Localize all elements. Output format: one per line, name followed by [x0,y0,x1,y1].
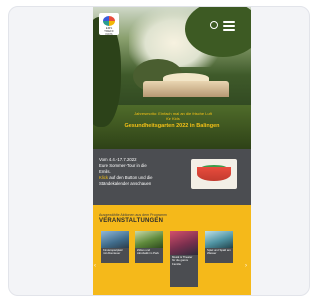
event-thumbnail [170,231,198,255]
bowl-icon [197,167,231,181]
info-highlight-link[interactable]: Klick [99,175,108,180]
event-tile[interactable]: Spiel und Spaß am Wasser [205,231,233,263]
info-line2: Eure Sommer-Tour in die [99,163,147,168]
event-caption: Musik & Theater für die ganze Familie [172,255,193,266]
event-caption: Spiel und Spaß am Wasser [207,248,231,256]
next-arrow-icon[interactable]: › [245,263,247,269]
logo-text: EMS TREFF KIDS [104,26,114,36]
event-thumbnail [205,231,233,248]
section-kicker: Ausgewählte Aktionen aus dem Programm [99,213,167,217]
menu-icon[interactable] [223,21,235,31]
event-thumbnail [101,231,129,248]
event-caption: Zirkus und Akrobatik im Park [137,248,159,256]
info-image-button[interactable] [191,159,237,189]
event-tent [143,81,229,97]
info-section: Vom 4.4.-17.7.2022 Eure Sommer-Tour in d… [93,149,251,205]
info-line1: Vom 4.4.-17.7.2022 [99,157,137,162]
events-section: Ausgewählte Aktionen aus dem Programm VE… [93,205,251,295]
hero-image: EMS TREFF KIDS Jahresmotto: Einfach mal … [93,7,251,149]
info-text: Vom 4.4.-17.7.2022 Eure Sommer-Tour in d… [99,157,185,187]
mobile-page-preview[interactable]: EMS TREFF KIDS Jahresmotto: Einfach mal … [93,7,251,295]
preview-card: EMS TREFF KIDS Jahresmotto: Einfach mal … [8,6,310,296]
event-tile[interactable]: Kinderspielplatz mit Abenteuer [101,231,129,263]
section-title: VERANSTALTUNGEN [99,218,164,224]
logo-mark-icon [103,16,115,26]
event-thumbnail [135,231,163,248]
info-line5: Ständekalender anschauen [99,181,152,186]
info-line3: Emils. [99,169,111,174]
event-caption: Kinderspielplatz mit Abenteuer [103,248,123,256]
hero-subtitle: Jahresmotto: Einfach mal an die frische … [105,111,241,121]
hero-title: Gesundheitsgarten 2022 in Balingen [124,123,220,129]
site-logo[interactable]: EMS TREFF KIDS [99,13,119,36]
event-tile[interactable]: Musik & Theater für die ganze Familie [170,231,198,287]
hero-subtitle-line2: für Kids [166,116,180,121]
search-icon[interactable] [210,21,218,29]
prev-arrow-icon[interactable]: ‹ [94,263,96,269]
event-tile[interactable]: Zirkus und Akrobatik im Park [135,231,163,263]
info-line4: auf den Button und die [109,175,153,180]
